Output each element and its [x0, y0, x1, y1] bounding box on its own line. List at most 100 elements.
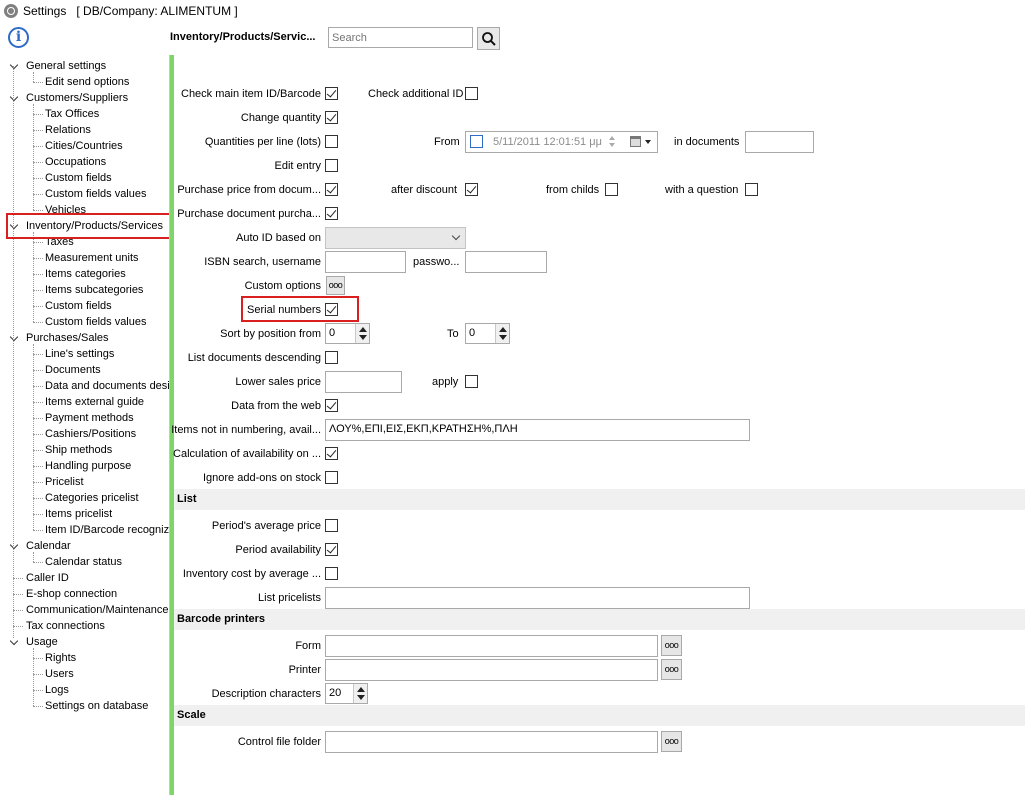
expand-chevron-icon[interactable] — [10, 94, 18, 102]
control-file-label: Control file folder — [237, 736, 321, 748]
periods-avg-price-checkbox[interactable] — [325, 519, 338, 532]
barcode-form-browse-button[interactable]: ooo — [661, 635, 682, 656]
check-main-id-label: Check main item ID/Barcode — [181, 88, 321, 100]
tree-item[interactable]: Measurement units — [45, 250, 139, 266]
with-a-question-checkbox[interactable] — [745, 183, 758, 196]
tree-item[interactable]: Custom fields — [45, 170, 112, 186]
list-pricelists-input[interactable] — [325, 587, 750, 609]
tree-item[interactable]: Line's settings — [45, 346, 114, 362]
tree-item-label: Users — [45, 668, 74, 680]
calc-availability-label: Calculation of availability on ... — [173, 448, 321, 460]
tree-item[interactable]: Custom fields — [45, 298, 112, 314]
tree-item[interactable]: Usage — [26, 634, 58, 650]
lower-sales-price-input[interactable] — [325, 371, 402, 393]
tree-item[interactable]: Settings on database — [45, 698, 148, 714]
barcode-printer-browse-button[interactable]: ooo — [661, 659, 682, 680]
tree-item[interactable]: Relations — [45, 122, 91, 138]
edit-entry-checkbox[interactable] — [325, 159, 338, 172]
in-documents-input[interactable] — [745, 131, 814, 153]
serial-numbers-checkbox[interactable] — [325, 303, 338, 316]
tree-item[interactable]: Caller ID — [26, 570, 69, 586]
sort-from-value: 0 — [329, 327, 336, 339]
from-date-checkbox[interactable] — [470, 135, 483, 148]
check-main-id-checkbox[interactable] — [325, 87, 338, 100]
after-discount-checkbox[interactable] — [465, 183, 478, 196]
tree-item[interactable]: Calendar status — [45, 554, 122, 570]
tree-item[interactable]: Cities/Countries — [45, 138, 123, 154]
sort-to-spinner[interactable]: 0 — [465, 323, 510, 344]
ignore-addons-checkbox[interactable] — [325, 471, 338, 484]
apply-checkbox[interactable] — [465, 375, 478, 388]
tree-item[interactable]: Data and documents desi — [45, 378, 170, 394]
custom-options-button[interactable]: ooo — [326, 276, 345, 295]
tree-item[interactable]: Categories pricelist — [45, 490, 139, 506]
tree-item[interactable]: Handling purpose — [45, 458, 131, 474]
from-date-picker[interactable]: 5/11/2011 12:01:51 μμ — [465, 131, 658, 153]
info-icon[interactable]: i — [8, 27, 29, 48]
items-not-in-numbering-input[interactable]: ΛΟΥ%,ΕΠΙ,ΕΙΣ,ΕΚΠ,ΚΡΑΤΗΣΗ%,ΠΛΗ — [325, 419, 750, 441]
tree-item[interactable]: Customers/Suppliers — [26, 90, 128, 106]
tree-item[interactable]: Items external guide — [45, 394, 144, 410]
tree-item[interactable]: General settings — [26, 58, 106, 74]
check-additional-id-checkbox[interactable] — [465, 87, 478, 100]
barcode-printer-input[interactable] — [325, 659, 658, 681]
from-date-value: 5/11/2011 12:01:51 μμ — [493, 136, 602, 148]
spin-arrows-icon[interactable] — [495, 324, 509, 343]
spin-arrows-icon[interactable] — [353, 684, 367, 703]
tree-item[interactable]: Custom fields values — [45, 314, 147, 330]
expand-chevron-icon[interactable] — [10, 334, 18, 342]
search-button[interactable] — [477, 27, 500, 50]
period-availability-checkbox[interactable] — [325, 543, 338, 556]
tree-item[interactable]: Communication/Maintenance — [26, 602, 168, 618]
sort-from-spinner[interactable]: 0 — [325, 323, 370, 344]
tree-item[interactable]: Items subcategories — [45, 282, 143, 298]
tree-item[interactable]: Users — [45, 666, 74, 682]
tree-item[interactable]: Tax Offices — [45, 106, 99, 122]
tree-item[interactable]: Tax connections — [26, 618, 105, 634]
data-from-web-checkbox[interactable] — [325, 399, 338, 412]
tree-item[interactable]: E-shop connection — [26, 586, 117, 602]
expand-chevron-icon[interactable] — [10, 638, 18, 646]
tree-item[interactable]: Occupations — [45, 154, 106, 170]
tree-item[interactable]: Pricelist — [45, 474, 84, 490]
barcode-form-input[interactable] — [325, 635, 658, 657]
tree-item[interactable]: Documents — [45, 362, 101, 378]
tree-item[interactable]: Cashiers/Positions — [45, 426, 136, 442]
tree-item[interactable]: Custom fields values — [45, 186, 147, 202]
isbn-username-input[interactable] — [325, 251, 406, 273]
calc-availability-checkbox[interactable] — [325, 447, 338, 460]
search-input[interactable] — [328, 27, 473, 48]
tree-item[interactable]: Purchases/Sales — [26, 330, 109, 346]
purchase-document-checkbox[interactable] — [325, 207, 338, 220]
calendar-dropdown-icon[interactable] — [645, 140, 651, 144]
control-file-browse-button[interactable]: ooo — [661, 731, 682, 752]
calendar-icon[interactable] — [630, 136, 641, 147]
expand-chevron-icon[interactable] — [10, 62, 18, 70]
tree-connector — [33, 482, 43, 483]
quantities-per-line-checkbox[interactable] — [325, 135, 338, 148]
tree-item-label: Items external guide — [45, 396, 145, 408]
tree-item[interactable]: Items pricelist — [45, 506, 112, 522]
tree-item[interactable]: Payment methods — [45, 410, 134, 426]
spin-arrows-icon[interactable] — [355, 324, 369, 343]
list-docs-desc-checkbox[interactable] — [325, 351, 338, 364]
from-childs-checkbox[interactable] — [605, 183, 618, 196]
tree-item[interactable]: Edit send options — [45, 74, 129, 90]
desc-chars-spinner[interactable]: 20 — [325, 683, 368, 704]
isbn-password-input[interactable] — [465, 251, 547, 273]
purchase-price-checkbox[interactable] — [325, 183, 338, 196]
inventory-cost-checkbox[interactable] — [325, 567, 338, 580]
tree-item[interactable]: Ship methods — [45, 442, 112, 458]
change-quantity-checkbox[interactable] — [325, 111, 338, 124]
date-spinner[interactable] — [606, 134, 620, 150]
expand-chevron-icon[interactable] — [10, 542, 18, 550]
tree-item[interactable]: Logs — [45, 682, 69, 698]
tree-item[interactable]: Rights — [45, 650, 76, 666]
tree-item[interactable]: Items categories — [45, 266, 126, 282]
tree-item[interactable]: Item ID/Barcode recognize — [45, 522, 169, 538]
control-file-input[interactable] — [325, 731, 658, 753]
auto-id-label: Auto ID based on — [235, 232, 321, 244]
inventory-cost-label: Inventory cost by average ... — [182, 568, 321, 580]
auto-id-select[interactable] — [325, 227, 466, 249]
tree-item-label: Data and documents desi — [45, 380, 170, 392]
